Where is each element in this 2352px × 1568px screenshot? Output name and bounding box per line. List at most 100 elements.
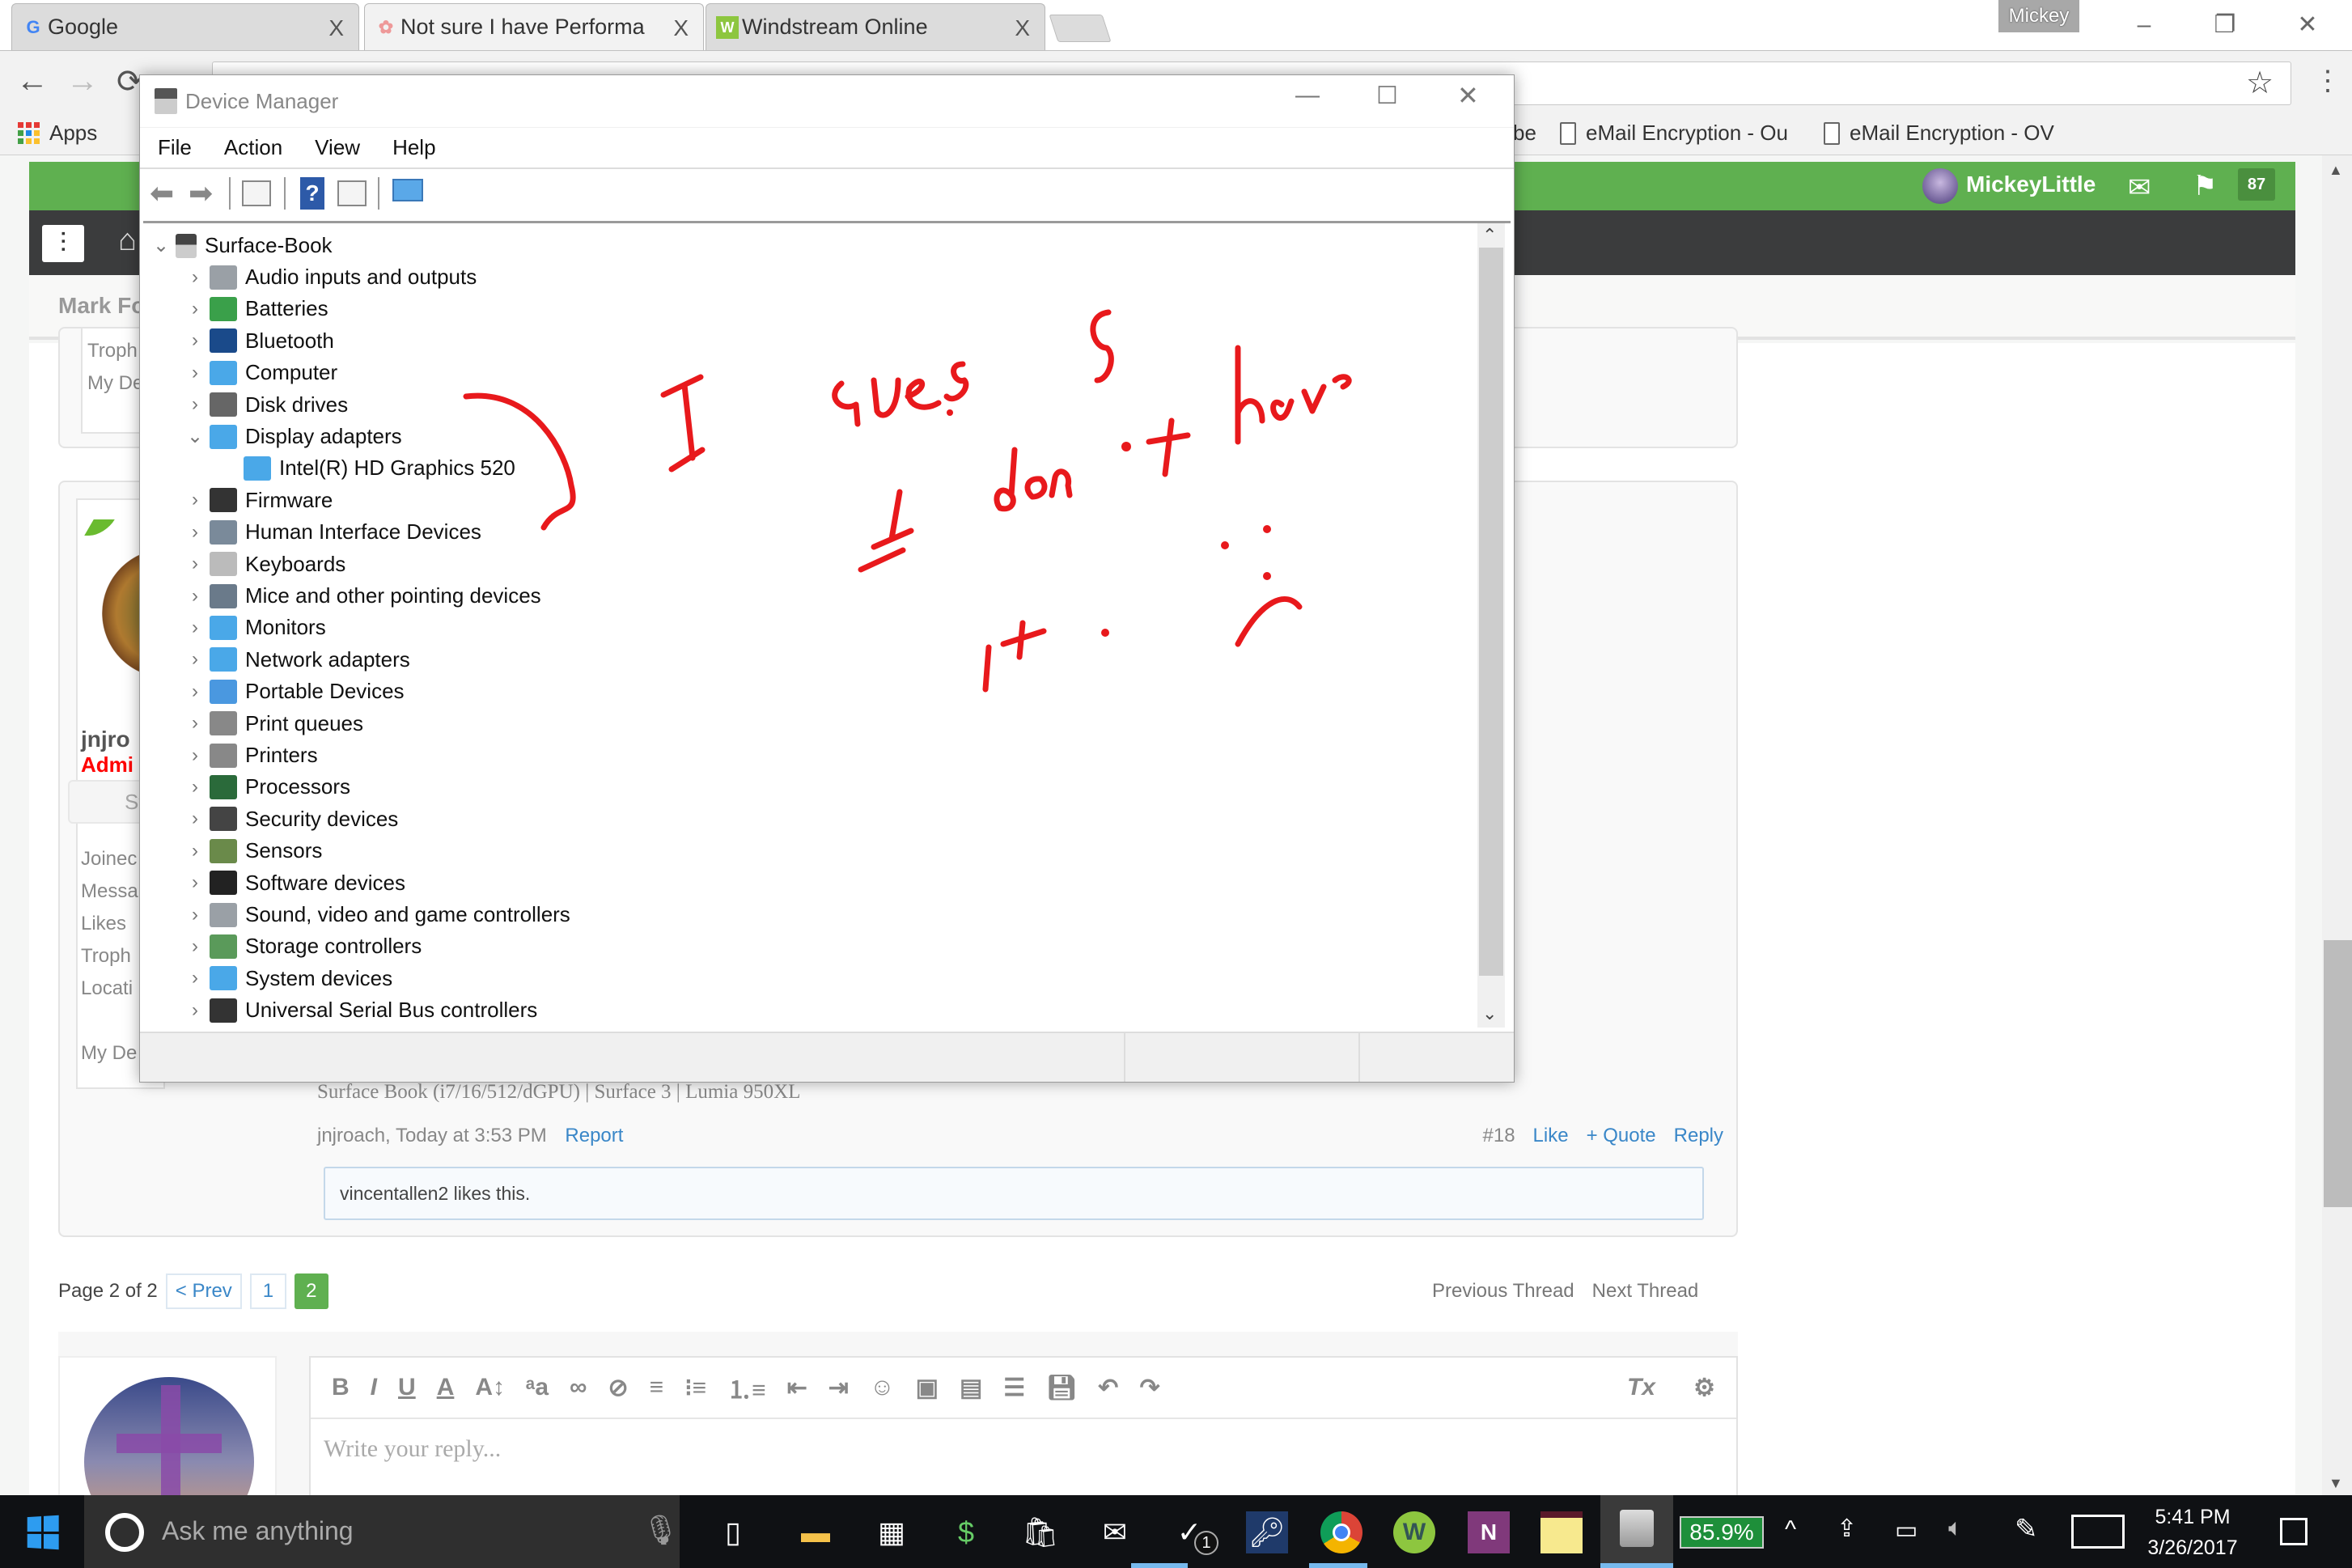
pen-workspace-icon[interactable]: ✎ (2015, 1513, 2038, 1545)
username-link[interactable]: MickeyLittle (1966, 172, 2096, 197)
page-1-button[interactable]: 1 (249, 1273, 287, 1309)
volume-icon[interactable]: 🔈︎ (1948, 1515, 1963, 1542)
cortana-search-box[interactable]: Ask me anything 🎙︎ (84, 1495, 680, 1568)
close-tab-icon[interactable]: X (1015, 15, 1030, 41)
tree-item[interactable]: › Firmware (180, 485, 333, 516)
settings-sliders-icon[interactable]: ⫶ (42, 225, 84, 262)
onenote-icon[interactable]: N (1468, 1511, 1510, 1553)
file-explorer-icon[interactable]: ▬ (795, 1511, 837, 1553)
close-window-button[interactable]: ✕ (2283, 5, 2332, 45)
bold-button[interactable]: B (332, 1374, 350, 1401)
expand-chevron-icon[interactable]: › (180, 329, 210, 352)
page-scrollbar[interactable]: ▲ ▼ (2322, 155, 2352, 1495)
tree-item[interactable]: › Monitors (180, 612, 326, 643)
smilie-icon[interactable]: ☺ (870, 1374, 895, 1401)
forward-arrow-icon[interactable]: ➡ (189, 177, 221, 210)
post-number-link[interactable]: #18 (1483, 1125, 1515, 1147)
tree-item[interactable]: › Print queues (180, 708, 363, 740)
font-family-button[interactable]: ᵃa (526, 1374, 549, 1401)
new-tab-button[interactable] (1049, 15, 1112, 42)
expand-chevron-icon[interactable]: › (180, 362, 210, 384)
like-link[interactable]: Like (1533, 1125, 1569, 1147)
underline-button[interactable]: U (398, 1374, 416, 1401)
italic-button[interactable]: I (371, 1374, 377, 1401)
dm-close-button[interactable]: ✕ (1457, 80, 1479, 111)
system-clock[interactable]: 5:41 PM 3/26/2017 (2128, 1502, 2257, 1563)
expand-chevron-icon[interactable]: › (180, 840, 210, 862)
tree-item[interactable]: › Batteries (180, 293, 328, 324)
money-app-icon[interactable]: $ (945, 1511, 987, 1553)
breadcrumb-item[interactable]: Mark Fo (58, 293, 145, 319)
microphone-icon[interactable]: 🎙︎ (642, 1513, 680, 1547)
tree-item[interactable]: › Sensors (180, 835, 322, 867)
dm-scroll-thumb[interactable] (1479, 248, 1503, 976)
page-2-button[interactable]: 2 (295, 1273, 328, 1309)
bbcode-toggle-icon[interactable]: ⚙ (1693, 1374, 1715, 1402)
task-view-icon[interactable]: ▯ (712, 1511, 754, 1553)
action-center-icon[interactable] (2280, 1518, 2308, 1545)
close-tab-icon[interactable]: X (328, 15, 344, 41)
tree-item[interactable]: › Keyboards (180, 549, 345, 580)
expand-chevron-icon[interactable]: › (180, 648, 210, 671)
tree-item[interactable]: › System devices (180, 963, 392, 994)
scroll-up-icon[interactable]: ▲ (2329, 162, 2343, 179)
tree-item[interactable]: › Network adapters (180, 644, 410, 676)
forward-button[interactable]: → (66, 63, 99, 100)
outdent-icon[interactable]: ⇤ (787, 1374, 807, 1402)
battery-meter[interactable]: 85.9% (1680, 1516, 1764, 1549)
link-icon[interactable]: ∞ (570, 1374, 587, 1401)
start-button[interactable] (27, 1515, 59, 1550)
expand-chevron-icon[interactable]: › (180, 967, 210, 990)
bookmark-apps[interactable]: Apps (18, 121, 97, 146)
tab-google[interactable]: G Google X (11, 3, 359, 50)
expand-chevron-icon[interactable]: › (180, 999, 210, 1022)
chrome-menu-icon[interactable]: ⋮ (2314, 65, 2341, 97)
expand-chevron-icon[interactable]: › (180, 298, 210, 320)
expand-chevron-icon[interactable]: › (180, 807, 210, 830)
back-arrow-icon[interactable]: ⬅ (150, 177, 182, 210)
scan-hardware-icon[interactable] (392, 179, 423, 201)
font-size-button[interactable]: A↕ (475, 1374, 505, 1401)
show-hidden-icons-chevron[interactable]: ^ (1785, 1516, 1796, 1544)
undo-icon[interactable]: ↶ (1098, 1374, 1118, 1402)
dm-minimize-button[interactable]: — (1295, 82, 1320, 109)
scroll-down-icon[interactable]: ▼ (2329, 1475, 2343, 1492)
prev-page-button[interactable]: < Prev (165, 1273, 242, 1309)
redo-icon[interactable]: ↷ (1139, 1374, 1159, 1402)
bookmark-email-encryption-1[interactable]: eMail Encryption - Ou (1560, 121, 1788, 146)
page-scrollbar-thumb[interactable] (2324, 940, 2352, 1207)
tree-child-item[interactable]: Intel(R) HD Graphics 520 (244, 452, 515, 484)
expand-chevron-icon[interactable]: › (180, 935, 210, 958)
menu-action[interactable]: Action (224, 135, 282, 160)
windstream-app-icon[interactable]: W (1393, 1511, 1435, 1553)
collapse-chevron-icon[interactable]: ⌄ (146, 234, 176, 257)
expand-chevron-icon[interactable]: › (180, 744, 210, 767)
battery-tray-icon[interactable]: ▭ (1895, 1516, 1918, 1545)
dm-scroll-down-icon[interactable]: ⌄ (1482, 1003, 1497, 1024)
numbered-list-icon[interactable]: ⒈≡ (727, 1370, 766, 1405)
menu-help[interactable]: Help (392, 135, 435, 160)
tab-windstream[interactable]: W Windstream Online X (706, 3, 1045, 50)
tree-item[interactable]: › Portable Devices (180, 676, 405, 707)
likes-text[interactable]: vincentallen2 likes this. (340, 1183, 530, 1205)
expand-chevron-icon[interactable]: › (180, 521, 210, 544)
reply-link[interactable]: Reply (1674, 1125, 1723, 1147)
dm-scrollbar[interactable]: ⌃ ⌄ (1477, 223, 1505, 1028)
post-author-date[interactable]: jnjroach, Today at 3:53 PM (317, 1125, 547, 1146)
tree-item[interactable]: › Audio inputs and outputs (180, 261, 477, 293)
align-icon[interactable]: ≡ (650, 1374, 664, 1401)
expand-chevron-icon[interactable]: › (180, 393, 210, 416)
tree-item[interactable]: › Printers (180, 740, 318, 771)
tree-item[interactable]: › Software devices (180, 867, 405, 899)
tree-item[interactable]: › Mice and other pointing devices (180, 580, 541, 612)
tree-item[interactable]: › Human Interface Devices (180, 516, 481, 548)
alerts-flag-icon[interactable]: ⚑ (2193, 170, 2217, 202)
dm-maximize-button[interactable]: ☐ (1376, 82, 1398, 110)
expand-chevron-icon[interactable]: › (180, 585, 210, 608)
tree-item[interactable]: › Disk drives (180, 389, 348, 421)
tree-item[interactable]: › Universal Serial Bus controllers (180, 994, 537, 1026)
chrome-icon[interactable] (1320, 1511, 1362, 1553)
store-icon[interactable]: 🛍︎ (1019, 1511, 1062, 1553)
unlink-icon[interactable]: ⊘ (608, 1374, 628, 1402)
show-hide-action-pane-icon[interactable] (337, 180, 367, 206)
